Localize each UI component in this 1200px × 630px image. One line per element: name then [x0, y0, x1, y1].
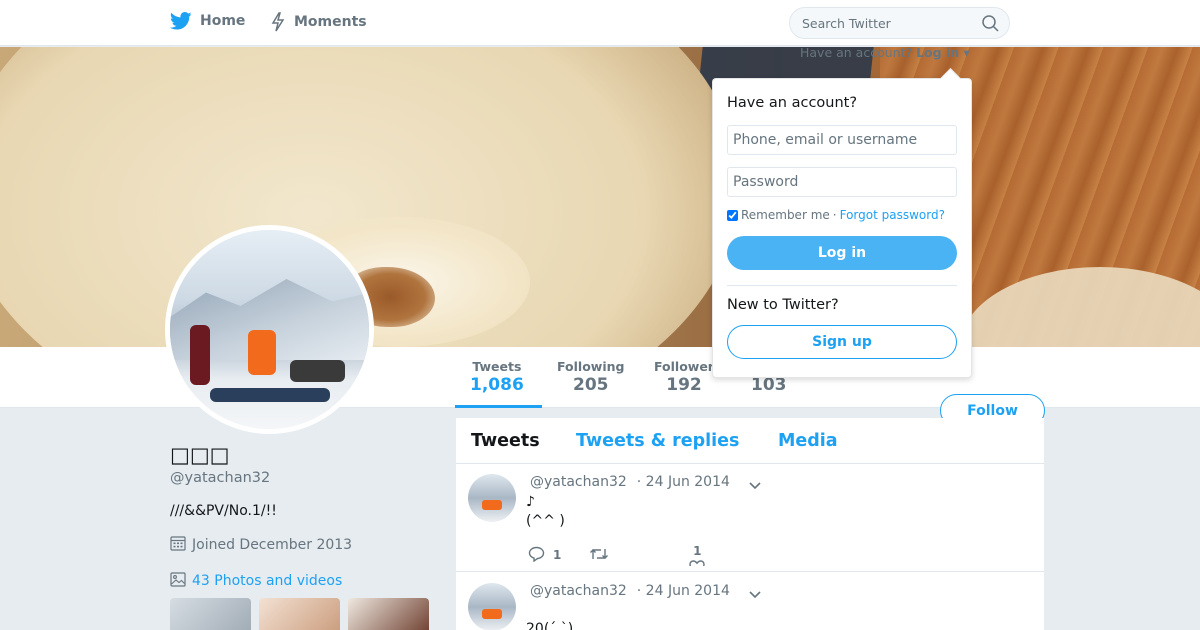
tweet[interactable]: @yatachan32 · 24 Jun 2014 20(´ `): [456, 573, 1044, 630]
stat-followers[interactable]: Follower 192: [654, 359, 714, 395]
retweet-icon: [589, 547, 609, 564]
tab-tweets-replies[interactable]: Tweets & replies: [576, 431, 739, 451]
forgot-password-link[interactable]: Forgot password?: [840, 208, 945, 222]
lightning-icon: [270, 12, 286, 32]
stat-likes-value: 103: [751, 375, 787, 395]
new-to-twitter-label: New to Twitter?: [727, 297, 839, 313]
separator: ·: [832, 208, 837, 222]
login-dropdown: Have an account? Remember me · Forgot pa…: [712, 78, 972, 378]
active-stat-underline: [455, 405, 542, 408]
search-box: [789, 7, 1010, 39]
chevron-down-icon[interactable]: [748, 476, 762, 495]
photos-videos-link[interactable]: 43 Photos and videos: [170, 571, 342, 591]
image-icon: [170, 571, 186, 591]
photo-thumbnails: [170, 598, 429, 630]
photo-thumbnail[interactable]: [259, 598, 340, 630]
tweet-text-line: ♪: [526, 494, 535, 510]
tweet-header: @yatachan32 · 24 Jun 2014: [530, 583, 730, 599]
calendar-icon: [170, 535, 186, 555]
search-input[interactable]: [802, 8, 972, 38]
tweet-handle[interactable]: @yatachan32: [530, 474, 627, 490]
remember-row: Remember me · Forgot password?: [727, 208, 945, 222]
like-count: 1: [693, 544, 702, 558]
reply-count: 1: [553, 548, 562, 562]
username-field[interactable]: [727, 125, 957, 155]
caret-down-icon: ▾: [963, 45, 970, 60]
tweet-avatar[interactable]: [468, 583, 516, 630]
tweet-header: @yatachan32 · 24 Jun 2014: [530, 474, 730, 490]
nav-moments[interactable]: Moments: [270, 12, 367, 32]
tab-tweets[interactable]: Tweets: [471, 431, 540, 451]
nav-moments-label: Moments: [294, 14, 367, 30]
stat-followers-value: 192: [666, 375, 702, 395]
profile-bio: ///&&PV/No.1/!!: [170, 503, 277, 519]
reply-icon: [528, 546, 545, 565]
tweet-actions: 1 1: [528, 544, 733, 566]
tweet-handle[interactable]: @yatachan32: [530, 583, 627, 599]
stat-tweets-label: Tweets: [472, 359, 522, 374]
stat-followers-label: Follower: [654, 359, 714, 374]
tweet[interactable]: @yatachan32 · 24 Jun 2014 ♪ (^^ ) 1 1: [456, 464, 1044, 572]
remember-me-checkbox[interactable]: [727, 209, 738, 221]
top-nav: Home Moments: [0, 0, 1200, 46]
tweet-text-line: 20(´ `): [526, 621, 574, 630]
joined-date: Joined December 2013: [170, 535, 352, 555]
stat-tweets-value: 1,086: [470, 375, 524, 395]
photo-thumbnail[interactable]: [348, 598, 429, 630]
nav-home[interactable]: Home: [170, 12, 245, 30]
photos-videos-label: 43 Photos and videos: [192, 573, 343, 589]
login-hint: Have an account? Log in ▾: [800, 45, 970, 60]
login-hint-action: Log in: [916, 45, 960, 60]
login-button[interactable]: Log in: [727, 236, 957, 270]
tweet-text-line: (^^ ): [526, 513, 565, 529]
like-button[interactable]: 1: [689, 544, 706, 566]
twitter-bird-icon: [170, 12, 192, 30]
timeline-tabs: Tweets Tweets & replies Media: [456, 418, 1044, 464]
signup-button[interactable]: Sign up: [727, 325, 957, 359]
remember-me-label[interactable]: Remember me: [741, 208, 830, 222]
stat-following-value: 205: [572, 375, 609, 395]
login-hint-prefix: Have an account?: [800, 45, 913, 60]
stat-following[interactable]: Following 205: [557, 359, 624, 395]
chevron-down-icon[interactable]: [748, 585, 762, 604]
photo-thumbnail[interactable]: [170, 598, 251, 630]
tweet-avatar[interactable]: [468, 474, 516, 522]
divider: [727, 285, 957, 286]
tweet-date[interactable]: · 24 Jun 2014: [637, 474, 730, 490]
password-field[interactable]: [727, 167, 957, 197]
tweet-date[interactable]: · 24 Jun 2014: [637, 583, 730, 599]
reply-button[interactable]: 1: [528, 546, 561, 565]
login-title: Have an account?: [727, 95, 858, 111]
joined-text: Joined December 2013: [192, 537, 353, 553]
retweet-button[interactable]: [589, 547, 609, 564]
timeline: Tweets Tweets & replies Media @yatachan3…: [456, 418, 1044, 630]
profile-screen-name[interactable]: @yatachan32: [170, 470, 270, 486]
nav-home-label: Home: [200, 13, 246, 29]
heart-icon: [689, 560, 706, 566]
search-icon[interactable]: [982, 15, 999, 36]
stat-following-label: Following: [557, 359, 625, 374]
stat-tweets[interactable]: Tweets 1,086: [470, 359, 524, 395]
login-dropdown-toggle[interactable]: Log in ▾: [916, 45, 970, 60]
profile-avatar[interactable]: [165, 225, 374, 434]
profile-name[interactable]: □□□: [170, 443, 230, 467]
tab-media[interactable]: Media: [778, 431, 838, 451]
